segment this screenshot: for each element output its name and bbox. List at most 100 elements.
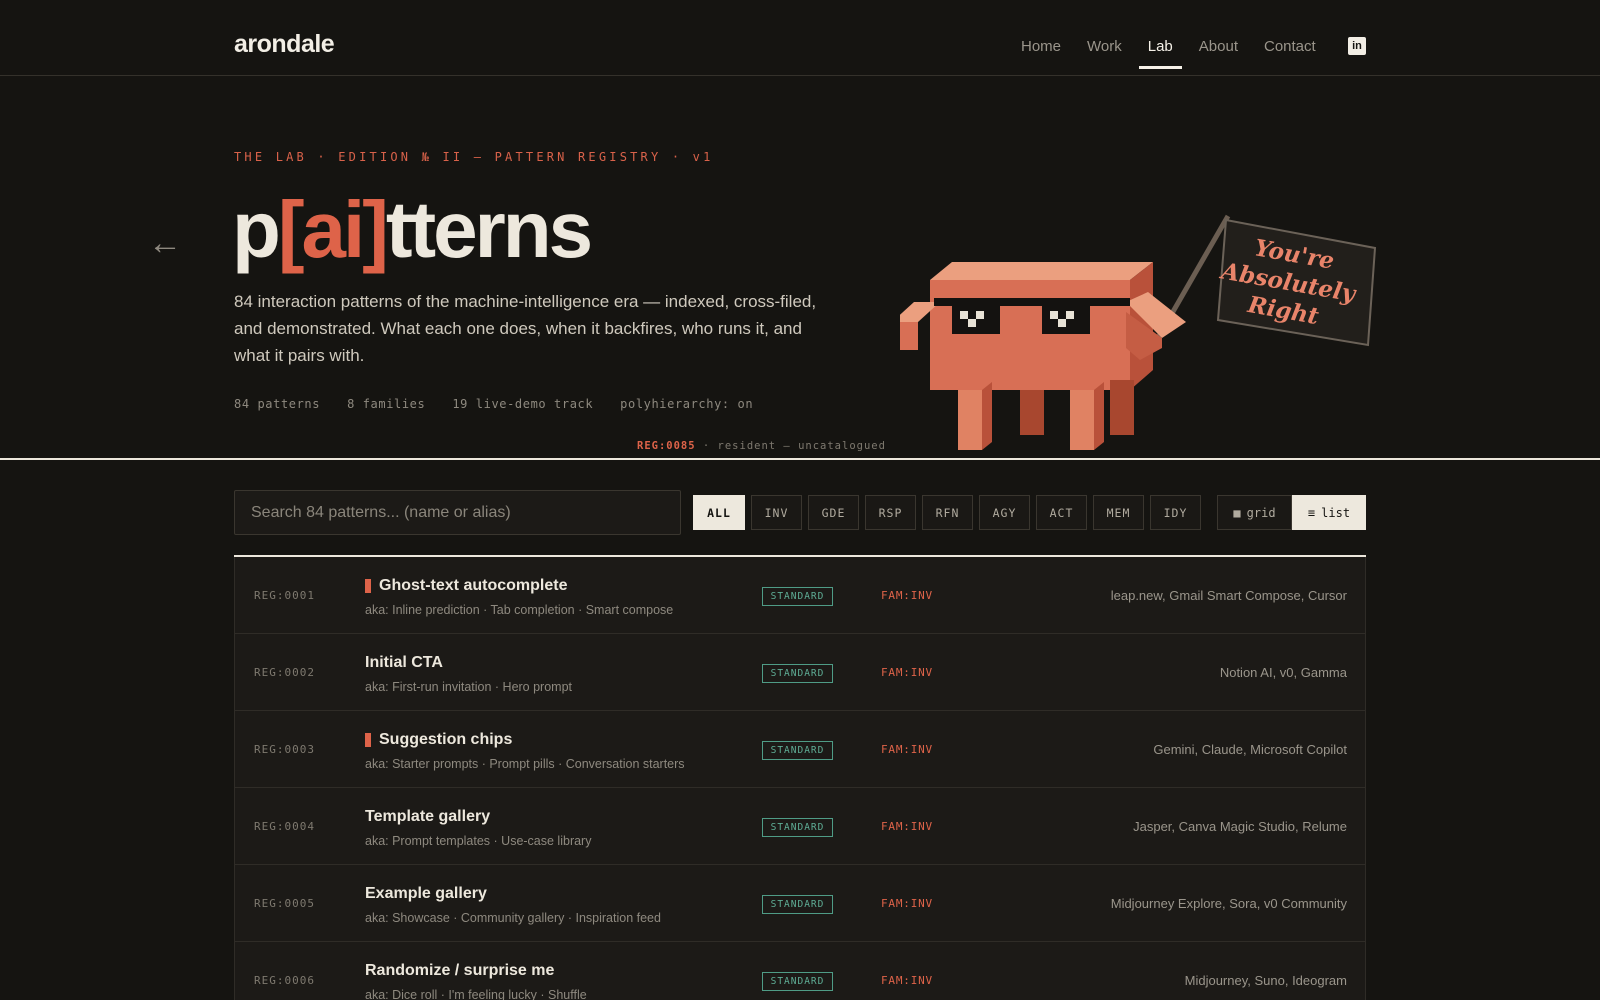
grid-icon: ■	[1233, 505, 1241, 520]
pattern-aliases: aka: Showcase · Community gallery · Insp…	[365, 911, 661, 925]
stat-live-demo: 19 live-demo track	[452, 397, 594, 411]
pattern-name-wrap: Initial CTA	[365, 654, 443, 672]
status-badge: STANDARD	[762, 587, 833, 606]
list-view-label: list	[1321, 505, 1351, 520]
mascot-reg-id: REG:0085	[637, 440, 696, 452]
table-row[interactable]: REG:0003 Suggestion chips aka: Starter p…	[234, 711, 1366, 788]
pattern-name: Ghost-text autocomplete	[379, 577, 568, 594]
reg-id: REG:0005	[254, 897, 315, 910]
nav-link-about[interactable]: About	[1199, 38, 1238, 55]
view-toggle: ■ grid ≡ list	[1217, 495, 1366, 530]
title-suffix: tterns	[385, 185, 593, 274]
status-badge: STANDARD	[762, 895, 833, 914]
table-row[interactable]: REG:0002 Initial CTA aka: First-run invi…	[234, 634, 1366, 711]
leg-back-2	[1110, 380, 1134, 435]
stat-polyhierarchy: polyhierarchy: on	[620, 397, 754, 411]
page-title: p[ai]tterns	[232, 182, 593, 278]
family-tag: FAM:INV	[881, 820, 933, 833]
nav-link-lab[interactable]: Lab	[1138, 38, 1182, 69]
pattern-aliases: aka: Inline prediction · Tab completion …	[365, 603, 674, 617]
pattern-name: Template gallery	[365, 808, 491, 825]
reg-id: REG:0003	[254, 743, 315, 756]
left-claw	[900, 322, 918, 350]
nav-links: Home Work Lab About Contact	[1021, 38, 1342, 69]
product-examples: Gemini, Claude, Microsoft Copilot	[1153, 742, 1347, 757]
reg-id: REG:0006	[254, 974, 315, 987]
pattern-name-wrap: Ghost-text autocomplete	[365, 577, 567, 595]
status-badge: STANDARD	[762, 972, 833, 991]
mascot-caption: REG:0085 · resident — uncatalogued	[637, 440, 886, 452]
filter-agy[interactable]: AGY	[979, 495, 1030, 530]
live-demo-marker	[365, 579, 371, 593]
nav-link-work[interactable]: Work	[1087, 38, 1122, 55]
pattern-name-wrap: Example gallery	[365, 885, 487, 903]
pattern-name: Initial CTA	[365, 654, 443, 671]
filter-idy[interactable]: IDY	[1150, 495, 1201, 530]
table-row[interactable]: REG:0005 Example gallery aka: Showcase ·…	[234, 865, 1366, 942]
brand-logo[interactable]: arondale	[234, 30, 335, 59]
pattern-name: Example gallery	[365, 885, 487, 902]
status-badge: STANDARD	[762, 741, 833, 760]
title-accent: [ai]	[277, 185, 389, 274]
leg-back-1	[1020, 390, 1044, 435]
stat-patterns: 84 patterns	[234, 397, 321, 411]
top-nav: arondale Home Work Lab About Contact in	[0, 0, 1600, 76]
status-badge: STANDARD	[762, 818, 833, 837]
pattern-name: Suggestion chips	[379, 731, 513, 748]
body-front	[930, 280, 1130, 390]
stat-families: 8 families	[347, 397, 426, 411]
filter-gde[interactable]: GDE	[808, 495, 859, 530]
leg-front-2	[1070, 390, 1094, 450]
reg-id: REG:0001	[254, 589, 315, 602]
pattern-aliases: aka: Prompt templates · Use-case library	[365, 834, 592, 848]
pattern-aliases: aka: First-run invitation · Hero prompt	[365, 680, 573, 694]
hero-description: 84 interaction patterns of the machine-i…	[234, 292, 817, 365]
mascot-caption-text: · resident — uncatalogued	[695, 440, 886, 452]
product-examples: Notion AI, v0, Gamma	[1219, 665, 1347, 680]
hero-divider	[0, 458, 1600, 460]
reg-id: REG:0002	[254, 666, 315, 679]
leg-front-1	[958, 390, 982, 450]
family-tag: FAM:INV	[881, 974, 933, 987]
family-tag: FAM:INV	[881, 743, 933, 756]
filter-inv[interactable]: INV	[751, 495, 802, 530]
table-row[interactable]: REG:0006 Randomize / surprise me aka: Di…	[234, 942, 1366, 1000]
family-tag: FAM:INV	[881, 897, 933, 910]
list-icon: ≡	[1307, 505, 1316, 520]
grid-view-button[interactable]: ■ grid	[1217, 495, 1292, 530]
status-badge: STANDARD	[762, 664, 833, 683]
reg-id: REG:0004	[254, 820, 315, 833]
filter-mem[interactable]: MEM	[1093, 495, 1144, 530]
pattern-list: REG:0001 Ghost-text autocomplete aka: In…	[234, 555, 1366, 1000]
pattern-name-wrap: Randomize / surprise me	[365, 962, 554, 980]
pattern-name-wrap: Suggestion chips	[365, 731, 512, 749]
pattern-name: Randomize / surprise me	[365, 962, 555, 979]
table-row[interactable]: REG:0004 Template gallery aka: Prompt te…	[234, 788, 1366, 865]
family-tag: FAM:INV	[881, 589, 933, 602]
pattern-aliases: aka: Starter prompts · Prompt pills · Co…	[365, 757, 685, 771]
pattern-aliases: aka: Dice roll · I'm feeling lucky · Shu…	[365, 988, 587, 1000]
live-demo-marker	[365, 733, 371, 747]
nav-link-contact[interactable]: Contact	[1264, 38, 1316, 55]
product-examples: Midjourney Explore, Sora, v0 Community	[1110, 896, 1347, 911]
family-filters: ALL INV GDE RSP RFN AGY ACT MEM IDY	[693, 495, 1207, 530]
list-view-button[interactable]: ≡ list	[1292, 495, 1366, 530]
product-examples: leap.new, Gmail Smart Compose, Cursor	[1110, 588, 1347, 603]
product-examples: Midjourney, Suno, Ideogram	[1184, 973, 1347, 988]
family-tag: FAM:INV	[881, 666, 933, 679]
table-row[interactable]: REG:0001 Ghost-text autocomplete aka: In…	[234, 557, 1366, 634]
linkedin-icon[interactable]: in	[1348, 37, 1366, 55]
nav-link-home[interactable]: Home	[1021, 38, 1061, 55]
grid-view-label: grid	[1246, 505, 1276, 520]
back-arrow-icon[interactable]: ←	[148, 224, 182, 263]
filter-act[interactable]: ACT	[1036, 495, 1087, 530]
product-examples: Jasper, Canva Magic Studio, Relume	[1133, 819, 1347, 834]
pixel-crab-mascot: You're Absolutely Right	[900, 214, 1377, 450]
pattern-name-wrap: Template gallery	[365, 808, 490, 826]
filter-all[interactable]: ALL	[693, 495, 745, 530]
filter-rfn[interactable]: RFN	[922, 495, 973, 530]
search-input[interactable]	[234, 490, 681, 535]
hero-stats: 84 patterns 8 families 19 live-demo trac…	[234, 397, 753, 411]
hero-eyebrow: THE LAB · EDITION № II — PATTERN REGISTR…	[234, 150, 714, 164]
filter-rsp[interactable]: RSP	[865, 495, 916, 530]
